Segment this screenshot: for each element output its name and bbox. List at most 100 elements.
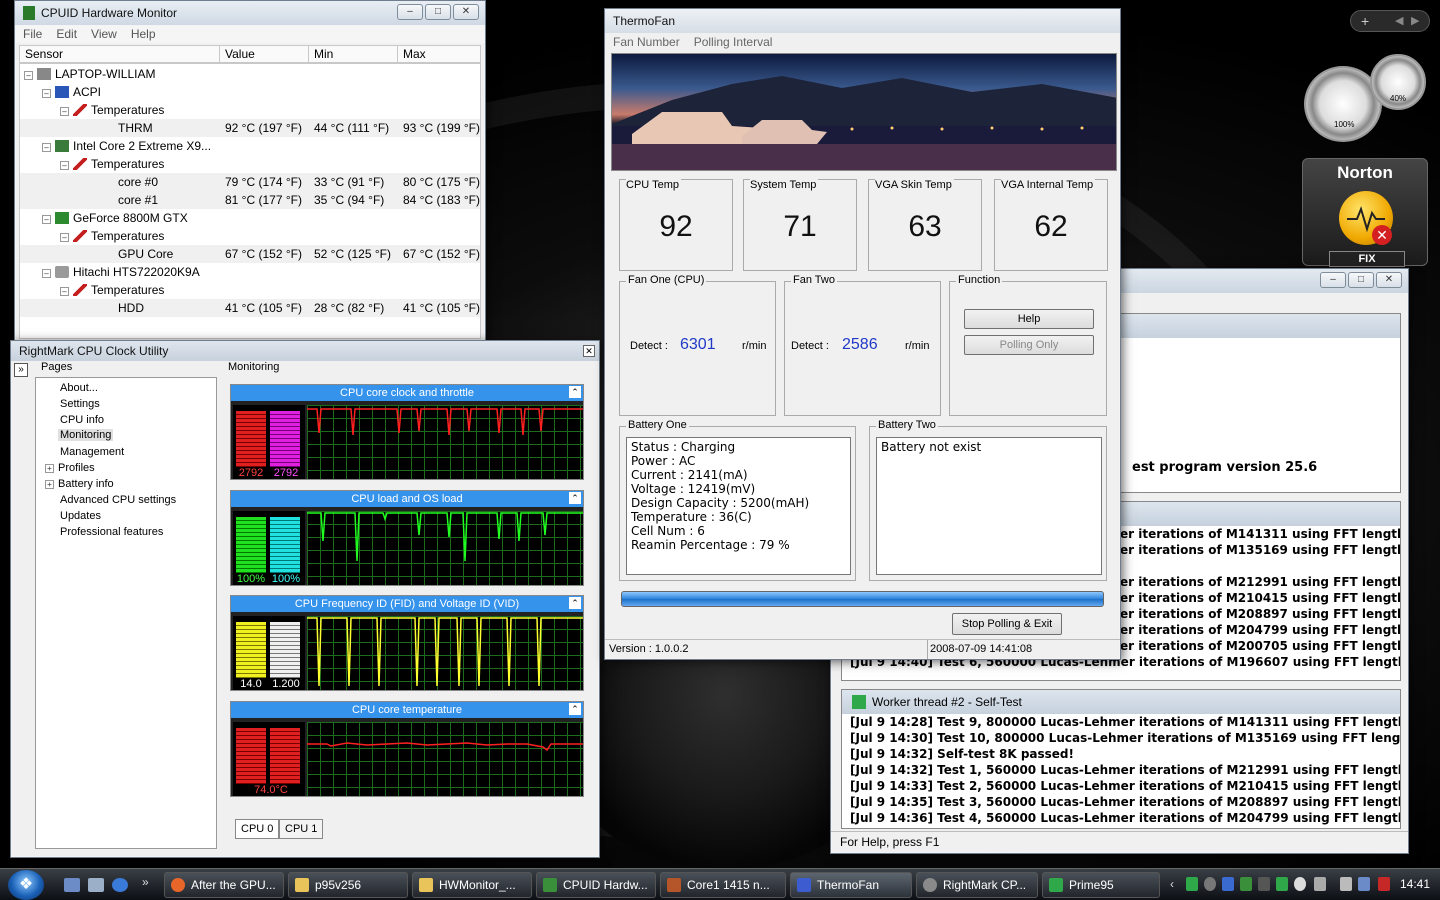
taskbar-button[interactable]: ThermoFan <box>790 872 912 898</box>
sensor-row[interactable]: GPU Core 67 °C (152 °F) 52 °C (125 °F) 6… <box>20 245 480 263</box>
tray-globe-icon[interactable] <box>1294 877 1306 891</box>
tree-node-temperatures[interactable]: – Temperatures <box>60 155 164 173</box>
minimize-button[interactable]: – <box>397 4 423 20</box>
page-cpu-info[interactable]: CPU info <box>60 414 104 426</box>
taskbar-button[interactable]: RightMark CP... <box>916 872 1038 898</box>
menu-polling-interval[interactable]: Polling Interval <box>694 35 773 49</box>
tab-cpu1[interactable]: CPU 1 <box>279 819 324 839</box>
collapse-pages-button[interactable]: » <box>14 363 28 377</box>
sensor-row[interactable]: core #1 81 °C (177 °F) 35 °C (94 °F) 84 … <box>20 191 480 209</box>
menu-fan-number[interactable]: Fan Number <box>613 35 680 49</box>
collapse-icon[interactable]: – <box>60 287 69 296</box>
norton-fix-button[interactable]: FIX <box>1329 251 1405 267</box>
page-about[interactable]: About... <box>60 382 98 394</box>
tray-gear-icon[interactable] <box>1204 877 1216 891</box>
close-button[interactable]: ✕ <box>1376 272 1402 288</box>
expand-icon[interactable]: + <box>45 480 54 489</box>
maximize-button[interactable]: □ <box>1348 272 1374 288</box>
sensor-row[interactable]: core #0 79 °C (174 °F) 33 °C (91 °F) 80 … <box>20 173 480 191</box>
tray-device-icon[interactable] <box>1314 877 1326 891</box>
collapse-icon[interactable]: – <box>60 107 69 116</box>
sensor-row[interactable]: THRM 92 °C (197 °F) 44 °C (111 °F) 93 °C… <box>20 119 480 137</box>
tree-node-temperatures[interactable]: – Temperatures <box>60 227 164 245</box>
rightmark-titlebar[interactable]: RightMark CPU Clock Utility ✕ <box>11 341 599 361</box>
collapse-icon[interactable]: – <box>24 71 33 80</box>
stop-polling-exit-button[interactable]: Stop Polling & Exit <box>952 613 1062 635</box>
maximize-button[interactable]: □ <box>425 4 451 20</box>
expand-icon[interactable]: + <box>45 464 54 473</box>
tray-shield-icon[interactable] <box>1276 877 1288 891</box>
hwmonitor-titlebar[interactable]: CPUID Hardware Monitor – □ ✕ <box>15 1 485 25</box>
gadget-sidebar-controls[interactable]: + ◀ ▶ <box>1350 10 1430 32</box>
page-updates[interactable]: Updates <box>60 510 101 522</box>
close-button[interactable]: ✕ <box>453 4 479 20</box>
minimize-button[interactable]: – <box>1320 272 1346 288</box>
tree-node-temperatures[interactable]: – Temperatures <box>60 101 164 119</box>
tray-volume-icon[interactable] <box>1378 877 1390 891</box>
menu-edit[interactable]: Edit <box>56 27 77 41</box>
column-value[interactable]: Value <box>220 46 309 62</box>
tree-node-gpu[interactable]: – GeForce 8800M GTX <box>42 209 188 227</box>
tray-cpu-speed-icon[interactable] <box>1222 877 1234 891</box>
quick-launch-overflow-icon[interactable]: » <box>142 875 149 889</box>
collapse-icon[interactable]: – <box>60 161 69 170</box>
menu-view[interactable]: View <box>91 27 117 41</box>
page-advanced-cpu-settings[interactable]: Advanced CPU settings <box>60 494 176 506</box>
page-settings[interactable]: Settings <box>60 398 100 410</box>
taskbar-button[interactable]: CPUID Hardw... <box>536 872 656 898</box>
taskbar-button[interactable]: Prime95 <box>1042 872 1160 898</box>
next-icon[interactable]: ▶ <box>1411 14 1419 27</box>
previous-icon[interactable]: ◀ <box>1395 14 1403 27</box>
taskbar-button[interactable]: p95v256 <box>288 872 408 898</box>
norton-gadget[interactable]: Norton ✕ FIX <box>1302 158 1428 267</box>
show-desktop-icon[interactable] <box>64 878 80 892</box>
tree-node-cpu[interactable]: – Intel Core 2 Extreme X9... <box>42 137 211 155</box>
collapse-icon[interactable]: – <box>42 143 51 152</box>
page-professional-features[interactable]: Professional features <box>60 526 163 538</box>
tree-node-computer[interactable]: – LAPTOP-WILLIAM <box>24 65 155 83</box>
collapse-graph-icon[interactable]: ⌃ <box>569 386 581 398</box>
vid-value: 1.200 <box>272 678 300 690</box>
collapse-icon[interactable]: – <box>42 89 51 98</box>
column-min[interactable]: Min <box>309 46 398 62</box>
taskbar-button[interactable]: Core1 1415 n... <box>660 872 786 898</box>
page-management[interactable]: Management <box>60 446 124 458</box>
column-sensor[interactable]: Sensor <box>20 46 220 62</box>
sensor-row[interactable]: HDD 41 °C (105 °F) 28 °C (82 °F) 41 °C (… <box>20 299 480 317</box>
menu-file[interactable]: File <box>23 27 42 41</box>
tray-expand-icon[interactable]: ‹ <box>1170 877 1174 891</box>
help-button[interactable]: Help <box>964 309 1094 329</box>
collapse-graph-icon[interactable]: ⌃ <box>569 703 581 715</box>
tray-battery-icon[interactable] <box>1340 877 1352 891</box>
polling-only-button[interactable]: Polling Only <box>964 335 1094 355</box>
start-button[interactable]: ❖ <box>8 870 44 900</box>
collapse-graph-icon[interactable]: ⌃ <box>569 597 581 609</box>
collapse-graph-icon[interactable]: ⌃ <box>569 492 581 504</box>
tree-node-hdd[interactable]: – Hitachi HTS722020K9A <box>42 263 200 281</box>
menu-help[interactable]: Help <box>131 27 156 41</box>
tree-node-temperatures[interactable]: – Temperatures <box>60 281 164 299</box>
internet-explorer-icon[interactable] <box>112 878 128 892</box>
tab-cpu0[interactable]: CPU 0 <box>235 819 280 839</box>
taskbar-button[interactable]: HWMonitor_... <box>412 872 532 898</box>
collapse-icon[interactable]: – <box>42 269 51 278</box>
tray-cpu-load-icon[interactable] <box>1258 877 1270 891</box>
collapse-icon[interactable]: – <box>42 215 51 224</box>
tray-monitor-icon[interactable] <box>1240 877 1252 891</box>
add-gadget-icon[interactable]: + <box>1361 13 1369 29</box>
taskbar-button[interactable]: After the GPU... <box>164 872 284 898</box>
collapse-icon[interactable]: – <box>60 233 69 242</box>
tree-node-acpi[interactable]: – ACPI <box>42 83 101 101</box>
column-max[interactable]: Max <box>398 46 480 62</box>
page-profiles[interactable]: + Profiles <box>45 462 95 474</box>
menu-bar: Fan Number Polling Interval <box>605 33 1120 51</box>
page-monitoring[interactable]: Monitoring <box>58 429 114 441</box>
prime95-icon <box>852 695 866 709</box>
close-button[interactable]: ✕ <box>583 345 595 357</box>
taskbar-clock[interactable]: 14:41 <box>1400 877 1430 891</box>
page-battery-info[interactable]: + Battery info <box>45 478 114 490</box>
switch-windows-icon[interactable] <box>88 878 104 892</box>
thermofan-titlebar[interactable]: ThermoFan <box>605 9 1120 33</box>
tray-prime95-icon[interactable] <box>1186 877 1198 891</box>
tray-network-icon[interactable] <box>1358 877 1370 891</box>
